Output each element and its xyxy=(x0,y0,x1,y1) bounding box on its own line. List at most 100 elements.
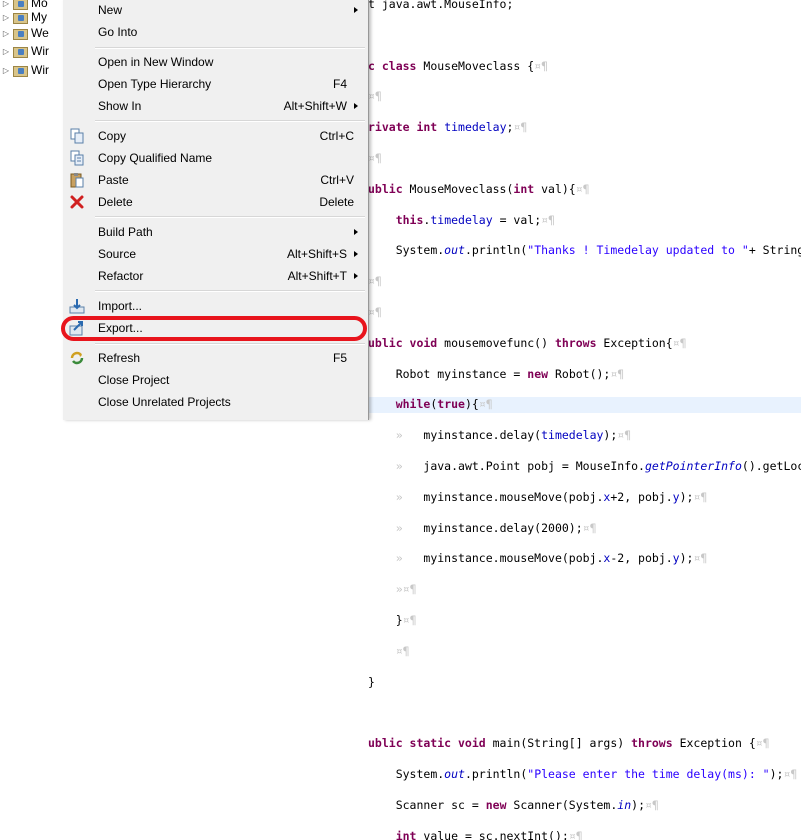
code-token: t java.awt.MouseInfo; xyxy=(368,0,514,11)
menu-item-go-into[interactable]: Go Into xyxy=(63,21,368,43)
menu-item-close-project[interactable]: Close Project xyxy=(63,369,368,391)
code-token: Exception { xyxy=(672,736,756,751)
code-token: .println( xyxy=(464,243,528,258)
menu-item-show-in[interactable]: Show In Alt+Shift+W xyxy=(63,95,368,117)
code-token: .println( xyxy=(464,766,528,781)
menu-item-label: Copy Qualified Name xyxy=(98,151,213,165)
code-token: Scanner(System. xyxy=(506,797,618,812)
menu-item-open-in-new-window[interactable]: Open in New Window xyxy=(63,51,368,73)
code-token: = val; xyxy=(492,212,542,227)
menu-item-label: Show In xyxy=(98,99,142,113)
code-token: } xyxy=(368,674,375,689)
menu-item-label: Close Unrelated Projects xyxy=(98,395,231,409)
code-token: Scanner sc = xyxy=(395,797,486,812)
menu-item-label: Build Path xyxy=(98,225,153,239)
menu-item-paste[interactable]: Paste Ctrl+V xyxy=(63,169,368,191)
code-token: ); xyxy=(679,489,694,504)
code-token: +2, pobj. xyxy=(610,489,673,504)
tree-item-label: We xyxy=(31,26,49,40)
copy-icon xyxy=(69,128,85,144)
code-token: Robot myinstance = xyxy=(395,366,528,381)
code-token: out xyxy=(444,243,465,258)
menu-item-new[interactable]: New xyxy=(63,0,368,21)
code-token: myinstance.mouseMove(pobj. xyxy=(423,551,604,566)
java-project-icon xyxy=(13,65,28,77)
menu-item-refactor[interactable]: Refactor Alt+Shift+T xyxy=(63,265,368,287)
menu-separator xyxy=(95,216,365,218)
code-text: t java.awt.MouseInfo; c class MouseMovec… xyxy=(368,0,801,840)
expand-arrow-icon[interactable]: ▷ xyxy=(1,0,11,8)
refresh-icon xyxy=(69,350,85,366)
expand-arrow-icon[interactable]: ▷ xyxy=(1,13,11,22)
menu-item-close-unrelated-projects[interactable]: Close Unrelated Projects xyxy=(63,391,368,413)
tree-item[interactable]: ▷ We xyxy=(0,24,49,42)
paste-icon xyxy=(69,172,85,188)
code-token: value = sc.nextInt(); xyxy=(416,828,569,840)
code-token: Exception{ xyxy=(596,335,673,350)
menu-item-label: Delete xyxy=(98,195,133,209)
menu-item-copy-qualified-name[interactable]: Copy Qualified Name xyxy=(63,147,368,169)
menu-item-delete[interactable]: Delete Delete xyxy=(63,191,368,213)
export-highlight-ring xyxy=(61,316,367,341)
code-token: java.awt.Point pobj = MouseInfo. xyxy=(423,458,645,473)
code-token: ublic void xyxy=(368,335,438,350)
menu-item-source[interactable]: Source Alt+Shift+S xyxy=(63,243,368,265)
menu-item-label: Go Into xyxy=(98,25,138,39)
code-token: + String xyxy=(748,243,801,258)
tree-item[interactable]: ▷ Wir xyxy=(0,61,49,79)
code-token: int xyxy=(395,828,417,840)
menu-item-shortcut: F4 xyxy=(332,77,347,91)
code-token: ublic xyxy=(368,181,403,196)
expand-arrow-icon[interactable]: ▷ xyxy=(1,66,11,75)
expand-arrow-icon[interactable]: ▷ xyxy=(1,47,11,56)
code-token: myinstance.mouseMove(pobj. xyxy=(423,489,604,504)
code-token: Robot(); xyxy=(548,366,611,381)
code-token: } xyxy=(395,612,403,627)
tree-item[interactable]: ▷ Wir xyxy=(0,42,49,60)
code-token: int xyxy=(513,181,535,196)
code-token: ){ xyxy=(464,397,479,412)
menu-item-label: Copy xyxy=(98,129,127,143)
code-token: out xyxy=(444,766,465,781)
menu-separator xyxy=(95,47,365,49)
code-token: y xyxy=(672,551,680,566)
menu-item-import[interactable]: Import... xyxy=(63,295,368,317)
code-token: mousemovefunc() xyxy=(437,335,555,350)
code-token: timedelay xyxy=(430,212,493,227)
code-token: in xyxy=(617,797,632,812)
java-project-icon xyxy=(13,12,28,24)
code-token: MouseMoveclass( xyxy=(402,181,514,196)
code-token: x xyxy=(603,489,611,504)
code-token: ); xyxy=(769,766,784,781)
menu-item-label: Source xyxy=(98,247,137,261)
code-token: this xyxy=(395,212,424,227)
menu-item-label: Import... xyxy=(98,299,143,313)
code-token: "Thanks ! Timedelay updated to " xyxy=(527,243,749,258)
code-token: System. xyxy=(395,243,445,258)
code-token: main(String[] args) xyxy=(485,736,632,751)
code-token: throws xyxy=(631,736,673,751)
java-code-editor[interactable]: t java.awt.MouseInfo; c class MouseMovec… xyxy=(368,0,801,840)
code-token: throws xyxy=(554,335,597,350)
menu-item-refresh[interactable]: Refresh F5 xyxy=(63,347,368,369)
code-token: val){ xyxy=(534,181,576,196)
code-token: c class xyxy=(368,58,417,73)
menu-item-shortcut: Ctrl+V xyxy=(320,173,354,187)
menu-item-shortcut: Alt+Shift+S xyxy=(286,247,347,261)
menu-item-copy[interactable]: Copy Ctrl+C xyxy=(63,125,368,147)
submenu-arrow-icon xyxy=(354,251,358,257)
java-project-icon xyxy=(13,46,28,58)
code-token: rivate int xyxy=(368,120,438,135)
menu-item-label: Close Project xyxy=(98,373,170,387)
menu-item-build-path[interactable]: Build Path xyxy=(63,221,368,243)
code-token: timedelay xyxy=(444,120,507,135)
submenu-arrow-icon xyxy=(354,7,358,13)
expand-arrow-icon[interactable]: ▷ xyxy=(1,29,11,38)
code-token: ublic static void xyxy=(368,736,486,751)
menu-item-shortcut: Delete xyxy=(319,195,354,209)
submenu-arrow-icon xyxy=(354,103,358,109)
menu-item-open-type-hierarchy[interactable]: Open Type Hierarchy F4 xyxy=(63,73,368,95)
code-token: x xyxy=(603,551,611,566)
menu-item-shortcut: Alt+Shift+W xyxy=(283,99,347,113)
java-project-icon xyxy=(13,28,28,40)
